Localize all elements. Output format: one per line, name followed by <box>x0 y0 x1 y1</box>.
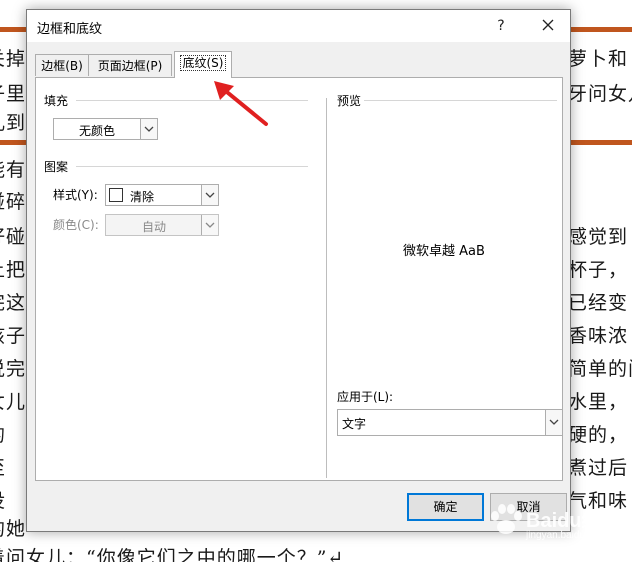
borders-shading-dialog: 边框和底纹 ? 边框(B) 页面边框(P) 底纹(S) 填充 无颜色 图案 样式… <box>26 9 571 532</box>
ok-button[interactable]: 确定 <box>407 493 484 521</box>
chevron-down-icon <box>144 126 154 132</box>
fill-group-label: 填充 <box>44 94 69 108</box>
close-icon <box>542 19 554 31</box>
dropdown-arrow <box>140 119 157 139</box>
vertical-separator <box>326 98 327 478</box>
paw-logo-icon <box>491 504 522 534</box>
style-label: 样式(Y): <box>53 188 98 202</box>
pattern-color-dropdown[interactable]: 自动 <box>105 214 219 236</box>
close-button[interactable] <box>535 14 563 38</box>
tab-borders[interactable]: 边框(B) <box>35 54 89 76</box>
pattern-color-value: 自动 <box>142 220 167 234</box>
chevron-down-icon <box>205 222 215 228</box>
fill-color-value: 无颜色 <box>79 124 116 138</box>
dropdown-arrow <box>201 215 218 235</box>
annotation-arrow-icon <box>214 81 268 126</box>
apply-to-label: 应用于(L): <box>337 390 394 404</box>
preview-sample-text: 微软卓越 AaB <box>403 244 485 259</box>
dropdown-arrow <box>545 410 562 435</box>
apply-to-dropdown[interactable]: 文字 <box>337 409 563 436</box>
chevron-down-icon <box>205 192 215 198</box>
watermark-url: jingyan.baidu.com <box>526 530 607 541</box>
doc-line-right: 香味浓 <box>568 325 629 347</box>
preview-label: 预览 <box>337 94 362 108</box>
apply-to-value: 文字 <box>342 417 367 431</box>
doc-line-right: 杯子， <box>568 259 629 281</box>
dropdown-arrow <box>201 185 218 205</box>
baidu-watermark: Baidu经验 jingyan.baidu.com <box>486 494 632 552</box>
color-label: 颜色(C): <box>53 218 99 232</box>
tab-shading[interactable]: 底纹(S) <box>174 51 232 78</box>
pattern-style-value: 清除 <box>130 190 155 204</box>
doc-line-right: 已经变 <box>568 292 629 314</box>
doc-line-right: 萝卜和 <box>568 48 629 70</box>
tab-shading-label: 底纹(S) <box>179 55 227 71</box>
doc-line-right: 硬的， <box>568 424 629 446</box>
preview-separator <box>364 100 557 101</box>
tab-page-border[interactable]: 页面边框(P) <box>88 54 172 76</box>
dialog-title: 边框和底纹 <box>37 22 103 37</box>
pattern-style-dropdown[interactable]: 清除 <box>105 184 219 206</box>
pattern-separator <box>76 166 308 167</box>
watermark-text: Baidu经验 <box>526 510 622 532</box>
help-button[interactable]: ? <box>489 14 513 38</box>
fill-color-dropdown[interactable]: 无颜色 <box>53 118 158 140</box>
chevron-down-icon <box>549 419 559 425</box>
shading-panel: 填充 无颜色 图案 样式(Y): 清除 颜色(C): 自动 预览 微软卓越 Aa… <box>35 77 563 481</box>
doc-line-right: 感觉到 <box>568 226 629 248</box>
doc-line-right: 煮过后 <box>568 457 629 479</box>
pattern-swatch <box>109 188 123 202</box>
pattern-group-label: 图案 <box>44 160 69 174</box>
doc-line-right: 简单的问 <box>568 358 632 380</box>
dialog-titlebar[interactable]: 边框和底纹 ? <box>27 10 570 42</box>
doc-line-right: 牙问女儿 <box>568 83 632 105</box>
doc-line-right: 水里， <box>568 391 629 413</box>
